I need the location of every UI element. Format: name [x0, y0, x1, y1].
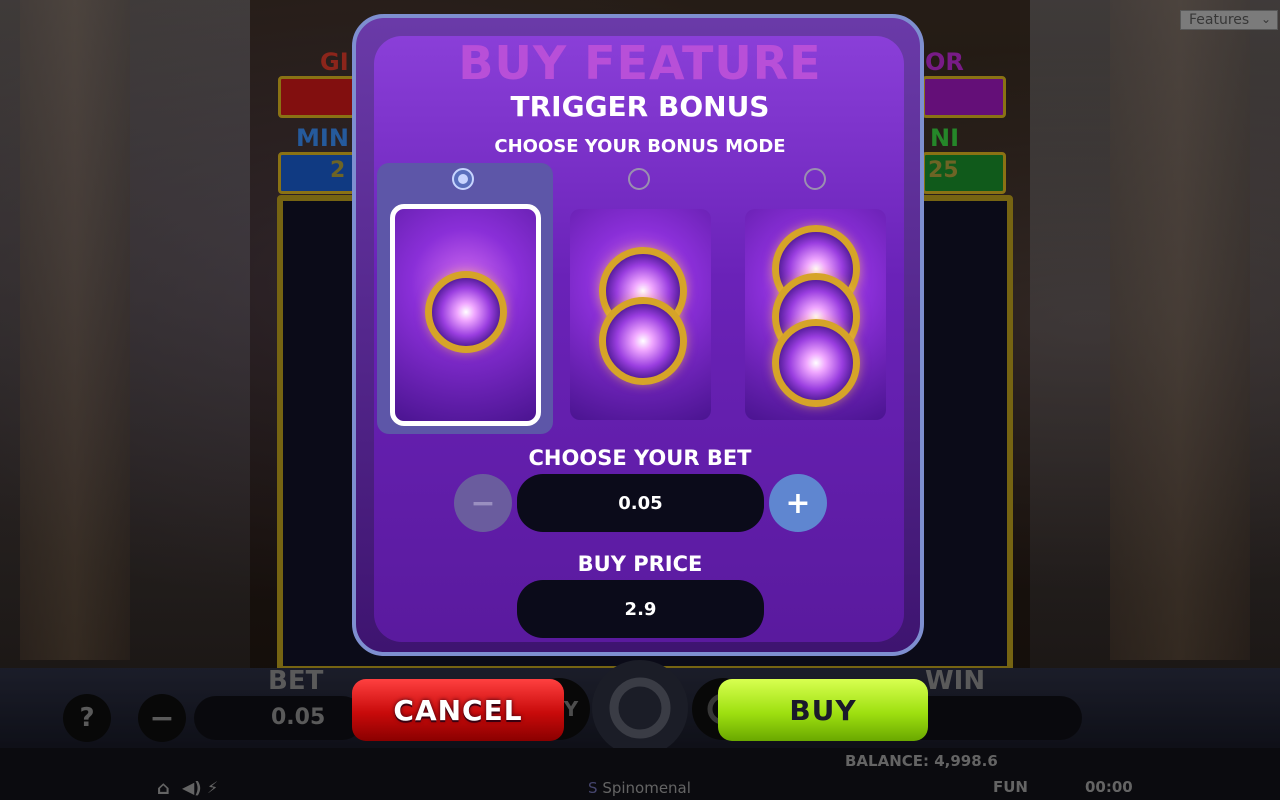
modal-bet-increase-button[interactable]: + [769, 474, 827, 532]
bonus-mode-radio-2[interactable] [628, 168, 650, 190]
buy-price-value: 2.9 [517, 580, 764, 638]
bonus-mode-card-2[interactable] [570, 209, 711, 420]
bonus-mode-prompt: CHOOSE YOUR BONUS MODE [494, 136, 786, 157]
bonus-mode-radio-3[interactable] [804, 168, 826, 190]
bonus-orb-icon [772, 319, 860, 407]
bonus-mode-card-3[interactable] [745, 209, 886, 420]
modal-subtitle: TRIGGER BONUS [510, 90, 770, 123]
modal-bet-value: 0.05 [517, 474, 764, 532]
bet-chooser-label: CHOOSE YOUR BET [528, 446, 752, 470]
bonus-mode-radio-1[interactable] [452, 168, 474, 190]
bonus-orb-icon [599, 297, 687, 385]
plus-icon: + [785, 485, 811, 521]
bonus-orb-icon [425, 271, 507, 353]
modal-bet-decrease-button[interactable]: − [454, 474, 512, 532]
cancel-button[interactable]: CANCEL [352, 679, 564, 741]
bonus-mode-card-1[interactable] [390, 204, 541, 426]
buy-price-label: BUY PRICE [577, 552, 703, 576]
buy-button[interactable]: BUY [718, 679, 928, 741]
modal-title: BUY FEATURE [458, 36, 822, 90]
minus-icon: − [470, 485, 496, 521]
